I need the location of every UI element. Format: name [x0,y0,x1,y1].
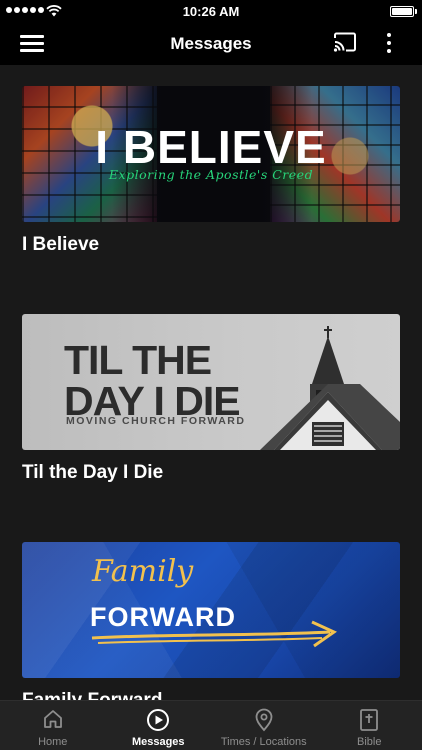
message-title[interactable]: I Believe [22,234,400,256]
artwork-tagline: MOVING CHURCH FORWARD [66,415,246,427]
message-card[interactable]: TIL THE DAY I DIE MOVING CHURCH FORWARD … [22,314,400,484]
tab-messages[interactable]: Messages [106,701,212,750]
artwork-subtitle: Exploring the Apostle's Creed [108,167,314,182]
app-header: Messages [0,22,422,65]
artwork-title: I BELIEVE [95,121,327,173]
artwork-line-1: TIL THE [64,337,212,383]
church-steeple-image [260,326,400,450]
page-title: Messages [170,34,252,53]
more-options-icon[interactable] [381,32,397,54]
battery-icon [390,6,414,17]
message-card[interactable]: I BELIEVE Exploring the Apostle's Creed … [22,86,400,256]
tab-label: Bible [357,736,382,748]
tab-bar: Home Messages Times / Locations Bible [0,700,422,750]
map-pin-icon [255,708,273,732]
tab-times-locations[interactable]: Times / Locations [211,701,317,750]
messages-list[interactable]: I BELIEVE Exploring the Apostle's Creed … [0,65,422,700]
tab-label: Messages [131,736,185,748]
tab-label: Times / Locations [220,736,307,748]
message-title[interactable]: Family Forward [22,690,400,700]
tab-label: Home [38,736,68,748]
cast-icon[interactable] [333,32,357,52]
home-icon [43,710,62,728]
message-thumbnail[interactable]: Family FORWARD [22,542,400,678]
status-bar: 10:26 AM [0,0,422,22]
battery-tip [415,9,417,14]
play-circle-icon [147,709,170,731]
bible-icon [360,709,379,731]
tab-bible[interactable]: Bible [317,701,422,750]
message-thumbnail[interactable]: I BELIEVE Exploring the Apostle's Creed [22,86,400,222]
message-title[interactable]: Til the Day I Die [22,462,400,484]
tab-home[interactable]: Home [0,701,106,750]
arrow-graphic [91,620,338,648]
status-time: 10:26 AM [182,4,240,19]
message-thumbnail[interactable]: TIL THE DAY I DIE MOVING CHURCH FORWARD [22,314,400,450]
message-card[interactable]: Family FORWARD Family Forward [22,542,400,700]
